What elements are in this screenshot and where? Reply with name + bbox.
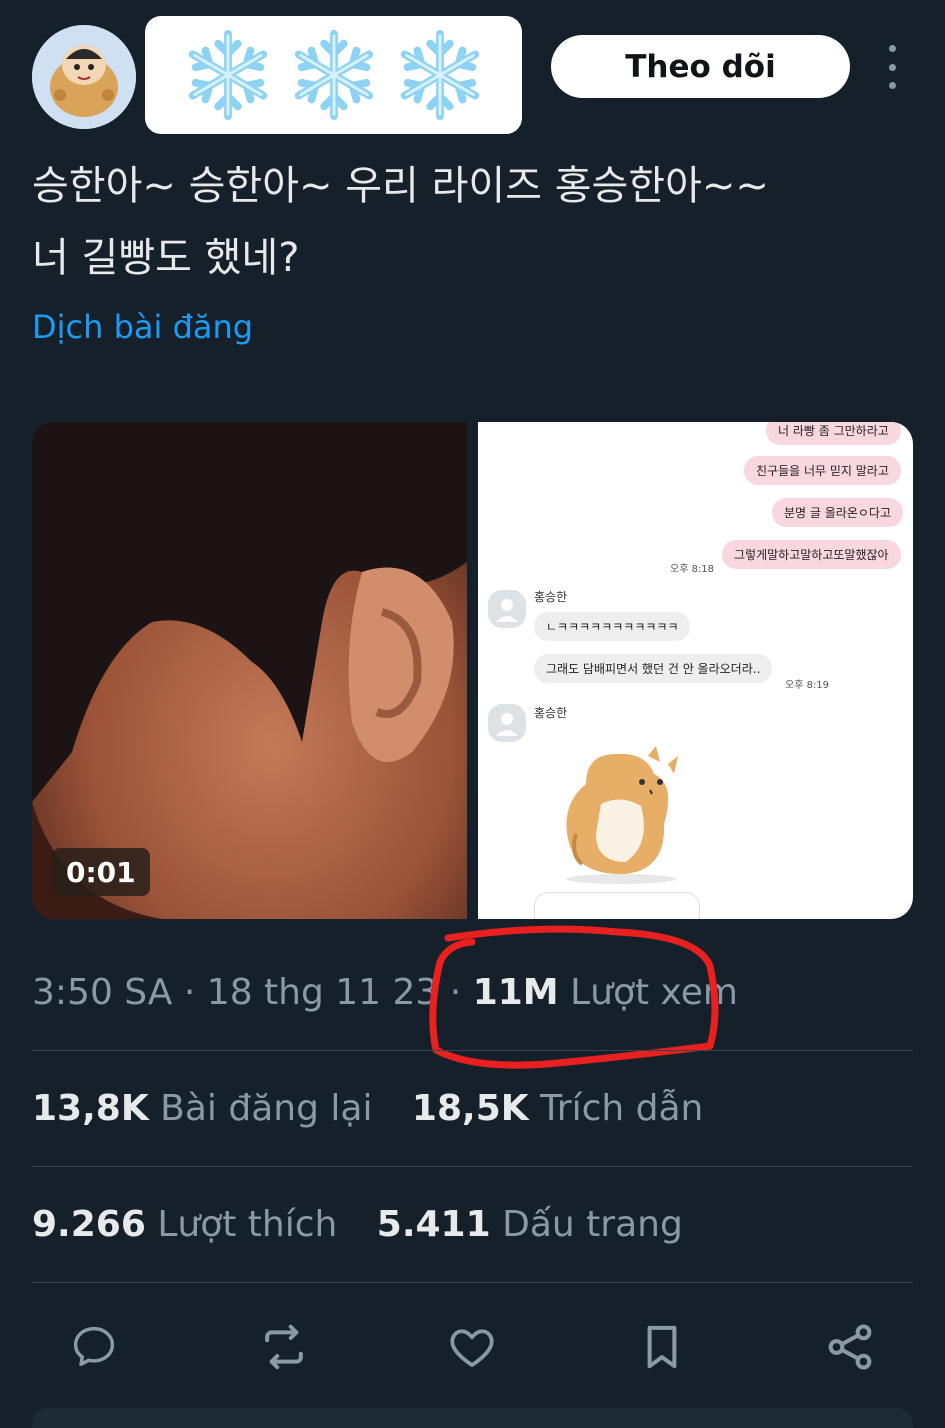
video-frame-image bbox=[32, 422, 467, 919]
post-date: 18 thg 11 23 bbox=[206, 972, 439, 1013]
quotes-label: Trích dẫn bbox=[540, 1088, 704, 1129]
chat-bubble bbox=[534, 892, 700, 919]
chat-bubble: 그렇게말하고말하고또말했잖아 bbox=[722, 540, 901, 569]
divider bbox=[32, 1282, 913, 1283]
reposts-stat[interactable]: 13,8K Bài đăng lại bbox=[32, 1088, 372, 1129]
meta-separator: · bbox=[183, 972, 196, 1013]
likes-count: 9.266 bbox=[32, 1204, 146, 1245]
video-thumbnail[interactable]: 0:01 bbox=[32, 422, 467, 919]
dot bbox=[888, 45, 896, 52]
chat-timestamp: 오후 8:18 bbox=[670, 564, 715, 575]
engagement-row: 13,8K Bài đăng lại 18,5K Trích dẫn bbox=[32, 1088, 731, 1129]
divider bbox=[32, 1166, 913, 1167]
engagement-row: 9.266 Lượt thích 5.411 Dấu trang bbox=[32, 1204, 711, 1245]
likes-stat[interactable]: 9.266 Lượt thích bbox=[32, 1204, 337, 1245]
chat-bubble: 너 라빵 좀 그만하라고 bbox=[766, 422, 901, 445]
video-duration-badge: 0:01 bbox=[52, 848, 150, 896]
repost-icon[interactable] bbox=[252, 1315, 316, 1379]
tweet-text: 승한아~ 승한아~ 우리 라이즈 홍승한아~~ 너 길빵도 했네? bbox=[32, 150, 912, 294]
tweet-text-line: 승한아~ 승한아~ 우리 라이즈 홍승한아~~ bbox=[32, 163, 769, 209]
avatar[interactable] bbox=[32, 25, 136, 129]
quotes-count: 18,5K bbox=[411, 1088, 529, 1129]
bookmarks-label: Dấu trang bbox=[502, 1204, 683, 1245]
action-bar bbox=[32, 1315, 913, 1379]
bookmarks-count: 5.411 bbox=[376, 1204, 491, 1245]
chat-bubble: 그래도 담배피면서 했던 건 안 올라오더라.. bbox=[534, 654, 773, 683]
chat-bubble: 분명 글 올라온ㅇ다고 bbox=[772, 498, 903, 527]
follow-button[interactable]: Theo dõi bbox=[551, 35, 850, 98]
snowflake-icon bbox=[188, 29, 267, 121]
chat-bubble: ㄴㅋㅋㅋㅋㅋㅋㅋㅋㅋㅋㅋ bbox=[534, 612, 691, 641]
more-options-icon[interactable] bbox=[876, 45, 908, 89]
translate-post-link[interactable]: Dịch bài đăng bbox=[32, 308, 253, 346]
chat-timestamp: 오후 8:19 bbox=[785, 680, 830, 691]
dot bbox=[888, 63, 896, 71]
chat-avatar-icon bbox=[488, 704, 526, 742]
reply-icon[interactable] bbox=[62, 1315, 126, 1379]
chat-bubble: 친구들을 너무 믿지 말라고 bbox=[744, 456, 901, 485]
likes-label: Lượt thích bbox=[157, 1204, 338, 1245]
share-icon[interactable] bbox=[818, 1315, 882, 1379]
snowflake-icon bbox=[294, 29, 373, 121]
bookmarks-stat[interactable]: 5.411 Dấu trang bbox=[377, 1204, 683, 1245]
chat-sender-name: 홍승한 bbox=[534, 590, 568, 604]
chat-sender-name: 홍승한 bbox=[534, 706, 568, 720]
divider bbox=[32, 1050, 913, 1051]
media-grid: 0:01 너 라빵 좀 그만하라고 친구들을 너무 믿지 말라고 분명 글 올라… bbox=[32, 422, 913, 919]
post-time: 3:50 SA bbox=[32, 972, 173, 1013]
reposts-count: 13,8K bbox=[32, 1088, 149, 1129]
reposts-label: Bài đăng lại bbox=[160, 1088, 373, 1129]
dot bbox=[888, 82, 896, 89]
display-name[interactable] bbox=[145, 16, 522, 134]
hamster-sticker-icon bbox=[566, 746, 678, 884]
tweet-text-line: 너 길빵도 했네? bbox=[32, 235, 300, 281]
red-circle-annotation bbox=[429, 925, 719, 1069]
avatar-image bbox=[32, 25, 136, 129]
snowflake-icon bbox=[400, 29, 479, 121]
chat-avatar-icon bbox=[488, 590, 526, 628]
reply-composer-edge bbox=[32, 1408, 913, 1428]
chat-screenshot-image[interactable]: 너 라빵 좀 그만하라고 친구들을 너무 믿지 말라고 분명 글 올라온ㅇ다고 … bbox=[478, 422, 913, 919]
bookmark-icon[interactable] bbox=[630, 1315, 694, 1379]
quotes-stat[interactable]: 18,5K Trích dẫn bbox=[412, 1088, 703, 1129]
like-icon[interactable] bbox=[440, 1315, 504, 1379]
